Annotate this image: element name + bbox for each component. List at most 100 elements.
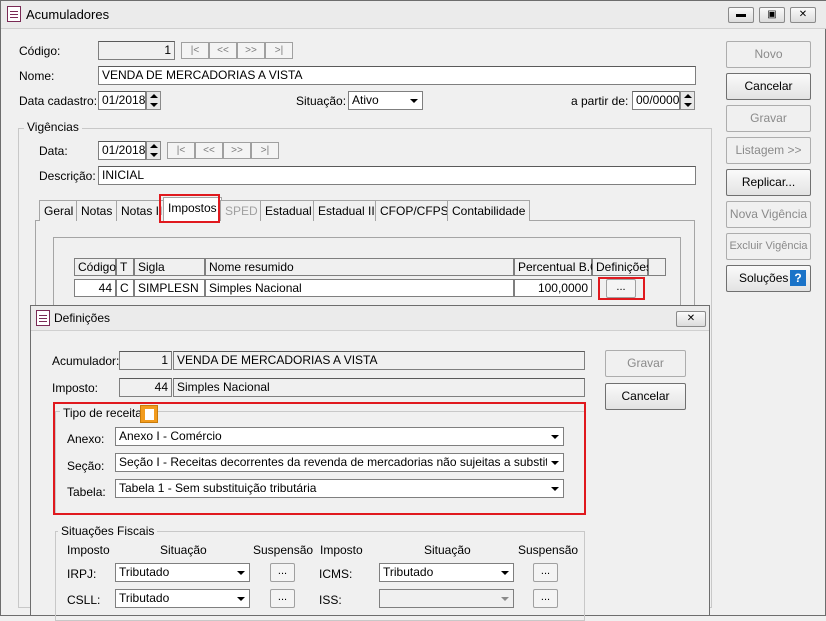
tabela-select[interactable]: Tabela 1 - Sem substituição tributária — [115, 479, 564, 498]
cell-codigo[interactable]: 44 — [74, 279, 116, 297]
last-record-button[interactable]: >| — [265, 42, 293, 59]
tabela-label: Tabela: — [67, 485, 106, 499]
prev-record-button[interactable]: << — [209, 42, 237, 59]
dialog-title-bar: Definições ✕ — [31, 306, 709, 331]
anexo-label: Anexo: — [67, 432, 105, 446]
irpj-situacao-select[interactable]: Tributado — [115, 563, 250, 582]
listagem-button[interactable]: Listagem >> — [726, 137, 811, 164]
situacao-label: Situação: — [296, 94, 347, 108]
cell-percentual[interactable]: 100,0000 — [514, 279, 592, 297]
col-t: T — [116, 258, 134, 276]
csll-suspensao-button[interactable]: ... — [270, 589, 295, 608]
tab-estadual[interactable]: Estadual — [260, 200, 317, 221]
situacao-select[interactable]: Ativo — [348, 91, 423, 110]
vigencia-data-label: Data: — [39, 144, 68, 158]
solucoes-button[interactable]: Soluções ? — [726, 265, 811, 292]
icms-situacao-select[interactable]: Tributado — [379, 563, 514, 582]
tab-cfop-cfps[interactable]: CFOP/CFPS — [375, 200, 454, 221]
maximize-button[interactable]: ▣ — [759, 7, 785, 23]
header-suspensao-right: Suspensão — [518, 543, 579, 557]
next-record-button[interactable]: >> — [237, 42, 265, 59]
tab-contabilidade[interactable]: Contabilidade — [447, 200, 531, 221]
gravar-button[interactable]: Gravar — [726, 105, 811, 132]
tab-estadual-ii[interactable]: Estadual II — [313, 200, 380, 221]
acumulador-name: VENDA DE MERCADORIAS A VISTA — [173, 351, 585, 370]
a-partir-label: a partir de: — [571, 94, 629, 108]
dialog-cancelar-button[interactable]: Cancelar — [605, 383, 686, 410]
col-definicoes: Definições — [592, 258, 652, 276]
csll-situacao-value: Tributado — [119, 591, 170, 605]
vigencias-title: Vigências — [24, 120, 82, 134]
solucoes-label: Soluções — [739, 271, 789, 285]
csll-situacao-select[interactable]: Tributado — [115, 589, 250, 608]
vigencia-data-field[interactable]: 01/2018 — [98, 141, 146, 160]
irpj-label: IRPJ: — [67, 567, 97, 581]
first-record-button[interactable]: |< — [181, 42, 209, 59]
anexo-value: Anexo I - Comércio — [119, 429, 222, 443]
secao-label: Seção: — [67, 459, 105, 473]
cell-t[interactable]: C — [116, 279, 134, 297]
imposto-label: Imposto: — [52, 381, 99, 395]
vigencia-last-button[interactable]: >| — [251, 142, 279, 159]
vigencia-prev-button[interactable]: << — [195, 142, 223, 159]
replicar-button[interactable]: Replicar... — [726, 169, 811, 196]
dialog-gravar-button[interactable]: Gravar — [605, 350, 686, 377]
anexo-select[interactable]: Anexo I - Comércio — [115, 427, 564, 446]
acumulador-label: Acumulador: — [52, 354, 120, 368]
a-partir-spinner[interactable] — [680, 91, 695, 110]
col-percentual: Percentual B.C. — [514, 258, 602, 276]
help-icon: ? — [790, 270, 806, 286]
cell-nome[interactable]: Simples Nacional — [205, 279, 514, 297]
data-cadastro-spinner[interactable] — [146, 91, 161, 110]
iss-label: ISS: — [319, 593, 342, 607]
a-partir-field[interactable]: 00/0000 — [632, 91, 680, 110]
data-cadastro-field[interactable]: 01/2018 — [98, 91, 146, 110]
novo-button[interactable]: Novo — [726, 41, 811, 68]
col-codigo: Código — [74, 258, 116, 276]
icms-label: ICMS: — [319, 567, 353, 581]
icms-suspensao-button[interactable]: ... — [533, 563, 558, 582]
tab-notas[interactable]: Notas — [76, 200, 118, 221]
dialog-close-button[interactable]: ✕ — [676, 311, 706, 327]
irpj-situacao-value: Tributado — [119, 565, 170, 579]
impostos-tab-highlight — [159, 194, 220, 223]
vigencia-next-button[interactable]: >> — [223, 142, 251, 159]
tab-sped[interactable]: SPED — [220, 200, 263, 221]
excluir-vigencia-button[interactable]: Excluir Vigência — [726, 233, 811, 260]
document-icon — [36, 310, 50, 326]
cancelar-button[interactable]: Cancelar — [726, 73, 811, 100]
definicoes-highlight — [598, 277, 645, 300]
nome-field[interactable]: VENDA DE MERCADORIAS A VISTA — [98, 66, 696, 85]
document-icon — [7, 6, 21, 22]
csll-label: CSLL: — [67, 593, 101, 607]
nova-vigencia-button[interactable]: Nova Vigência — [726, 201, 811, 228]
iss-suspensao-button[interactable]: ... — [533, 589, 558, 608]
tabela-value: Tabela 1 - Sem substituição tributária — [119, 481, 317, 495]
header-situacao-right: Situação — [424, 543, 471, 557]
descricao-field[interactable]: INICIAL — [98, 166, 696, 185]
cell-sigla[interactable]: SIMPLESN — [134, 279, 205, 297]
data-cadastro-label: Data cadastro: — [19, 94, 98, 108]
irpj-suspensao-button[interactable]: ... — [270, 563, 295, 582]
iss-situacao-select[interactable] — [379, 589, 514, 608]
vigencia-first-button[interactable]: |< — [167, 142, 195, 159]
chevron-down-icon — [233, 565, 248, 580]
secao-select[interactable]: Seção I - Receitas decorrentes da revend… — [115, 453, 564, 472]
codigo-field[interactable]: 1 — [98, 41, 175, 60]
header-situacao-left: Situação — [160, 543, 207, 557]
icms-situacao-value: Tributado — [383, 565, 434, 579]
window-title: Acumuladores — [26, 7, 110, 22]
chevron-down-icon — [233, 591, 248, 606]
minimize-button[interactable]: ▬ — [728, 7, 754, 23]
tab-geral[interactable]: Geral — [39, 200, 79, 221]
nome-label: Nome: — [19, 69, 55, 83]
chevron-down-icon — [406, 93, 421, 108]
chevron-down-icon — [547, 455, 562, 470]
acumulador-code: 1 — [119, 351, 172, 370]
vigencia-data-spinner[interactable] — [146, 141, 161, 160]
close-button[interactable]: ✕ — [790, 7, 816, 23]
situacoes-fiscais-title: Situações Fiscais — [58, 524, 158, 538]
chevron-down-icon — [497, 591, 512, 606]
chevron-down-icon — [547, 481, 562, 496]
imposto-name: Simples Nacional — [173, 378, 585, 397]
